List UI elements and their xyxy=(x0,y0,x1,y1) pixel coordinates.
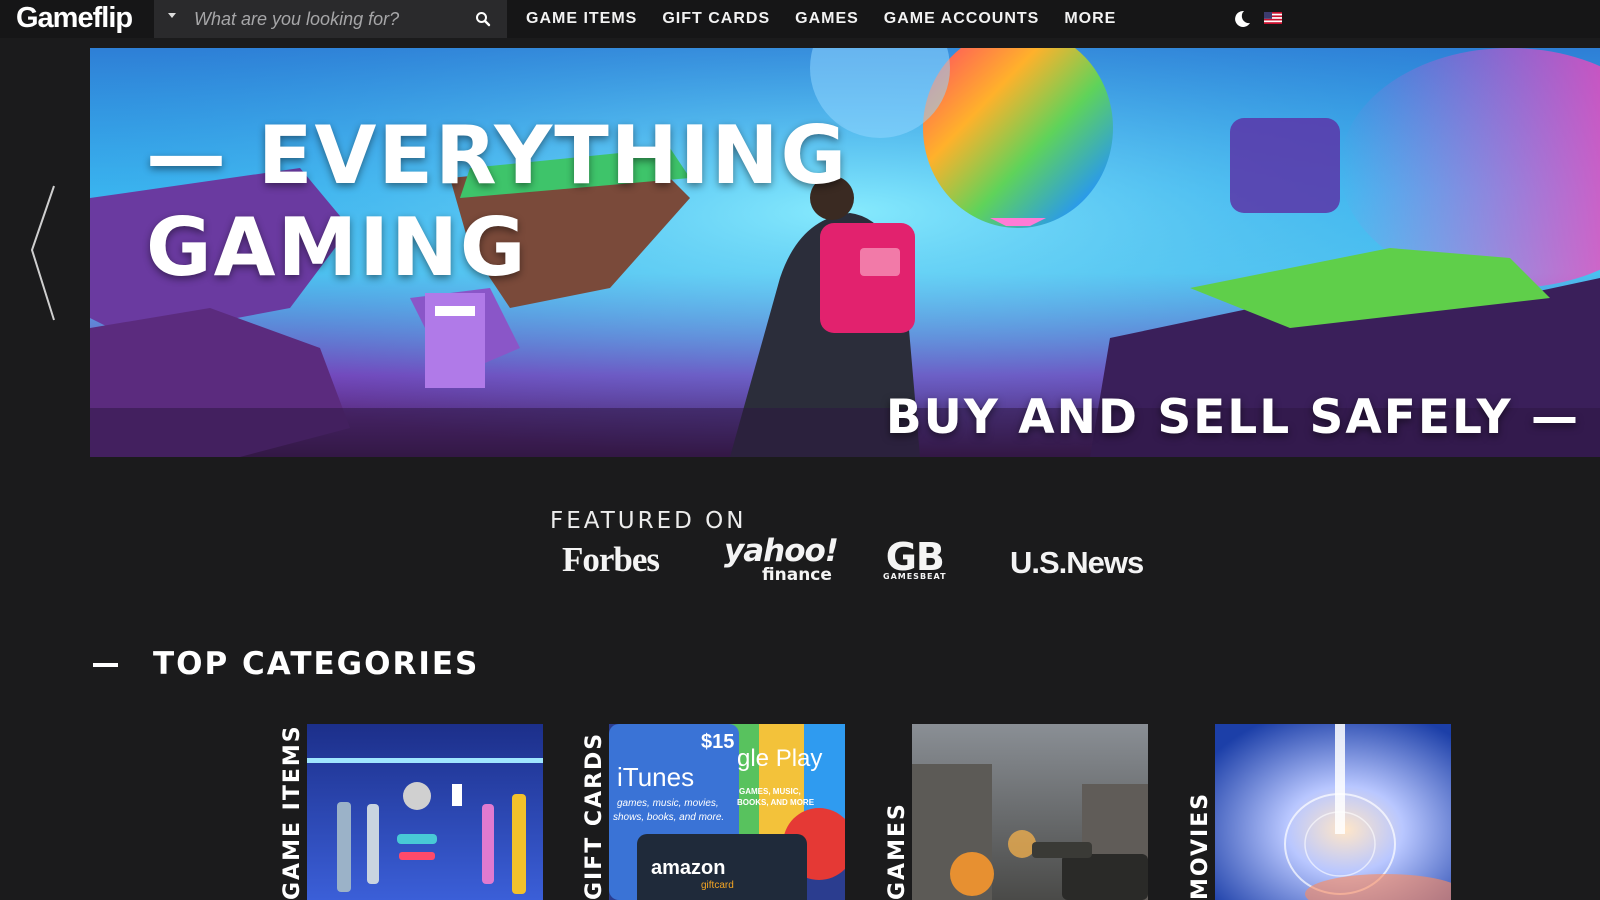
gameflip-logo[interactable]: Gameflip xyxy=(16,2,133,35)
main-nav: GAME ITEMS GIFT CARDS GAMES GAME ACCOUNT… xyxy=(526,0,1141,38)
hero-banner[interactable]: — EVERYTHING GAMING BUY AND SELL SAFELY … xyxy=(90,48,1600,457)
yahoo-finance-logo: yahoo! finance xyxy=(724,533,839,585)
hero-title: — EVERYTHING GAMING xyxy=(146,110,848,294)
category-label-text: GAMES xyxy=(885,802,910,900)
moon-icon[interactable] xyxy=(1232,9,1252,29)
game-items-image xyxy=(307,724,543,900)
itunes-sub1-text: games, music, movies, xyxy=(617,798,719,809)
google-sub2-text: BOOKS, AND MORE xyxy=(737,798,815,807)
google-sub1-text: GAMES, MUSIC, xyxy=(739,787,801,796)
nav-game-items[interactable]: GAME ITEMS xyxy=(526,10,637,28)
top-navbar: Gameflip GAME ITEMS GIFT CARDS GAMES GAM… xyxy=(0,0,1600,38)
amazon-text: amazon xyxy=(651,857,725,879)
gamesbeat-logo-sub: GAMESBEAT xyxy=(883,572,947,581)
movies-image xyxy=(1215,724,1451,900)
gamesbeat-logo-main: GB xyxy=(885,535,945,579)
search-input[interactable] xyxy=(194,6,464,32)
games-image xyxy=(912,724,1148,900)
itunes-sub2-text: shows, books, and more. xyxy=(613,812,724,823)
chevron-left-icon[interactable] xyxy=(28,184,58,322)
featured-on-heading: FEATURED ON xyxy=(550,508,747,534)
nav-gift-cards[interactable]: GIFT CARDS xyxy=(662,10,770,28)
category-card-games[interactable] xyxy=(912,724,1148,900)
hero-title-line-2: GAMING xyxy=(146,201,528,294)
nav-games[interactable]: GAMES xyxy=(795,10,859,28)
search-bar xyxy=(154,0,507,38)
category-card-game-items[interactable] xyxy=(307,724,543,900)
nav-game-accounts[interactable]: GAME ACCOUNTS xyxy=(884,10,1040,28)
nav-more[interactable]: MORE xyxy=(1064,10,1116,28)
google-play-text: gle Play xyxy=(737,745,822,772)
hero-title-line-1: — EVERYTHING xyxy=(146,109,849,202)
search-category-dropdown-icon[interactable] xyxy=(168,13,176,18)
top-categories-heading: TOP CATEGORIES xyxy=(93,646,479,682)
forbes-logo: Forbes xyxy=(562,540,660,579)
search-icon[interactable] xyxy=(475,11,491,27)
category-label-movies: MOVIES xyxy=(1186,726,1216,900)
category-card-gift-cards[interactable]: $15 iTunes games, music, movies, shows, … xyxy=(609,724,845,900)
top-categories-title: TOP CATEGORIES xyxy=(153,646,480,682)
category-label-game-items: GAME ITEMS xyxy=(278,726,308,900)
yahoo-logo-sub: finance xyxy=(762,565,832,585)
us-flag-icon[interactable] xyxy=(1264,12,1282,24)
yahoo-logo-main: yahoo! xyxy=(724,533,839,569)
gamesbeat-logo: GB GAMESBEAT xyxy=(883,538,947,581)
gift-cards-image: $15 iTunes games, music, movies, shows, … xyxy=(609,724,845,900)
usnews-logo: U.S.News xyxy=(1010,545,1144,580)
category-label-text: GIFT CARDS xyxy=(582,731,607,900)
itunes-text: iTunes xyxy=(617,762,694,792)
hero-tagline: BUY AND SELL SAFELY — xyxy=(885,390,1580,445)
gift-price-text: $15 xyxy=(701,731,734,753)
category-label-text: MOVIES xyxy=(1188,791,1213,900)
amazon-sub-text: giftcard xyxy=(701,880,734,891)
category-label-games: GAMES xyxy=(883,726,913,900)
category-label-gift-cards: GIFT CARDS xyxy=(580,726,610,900)
category-label-text: GAME ITEMS xyxy=(280,726,305,900)
category-card-movies[interactable] xyxy=(1215,724,1451,900)
